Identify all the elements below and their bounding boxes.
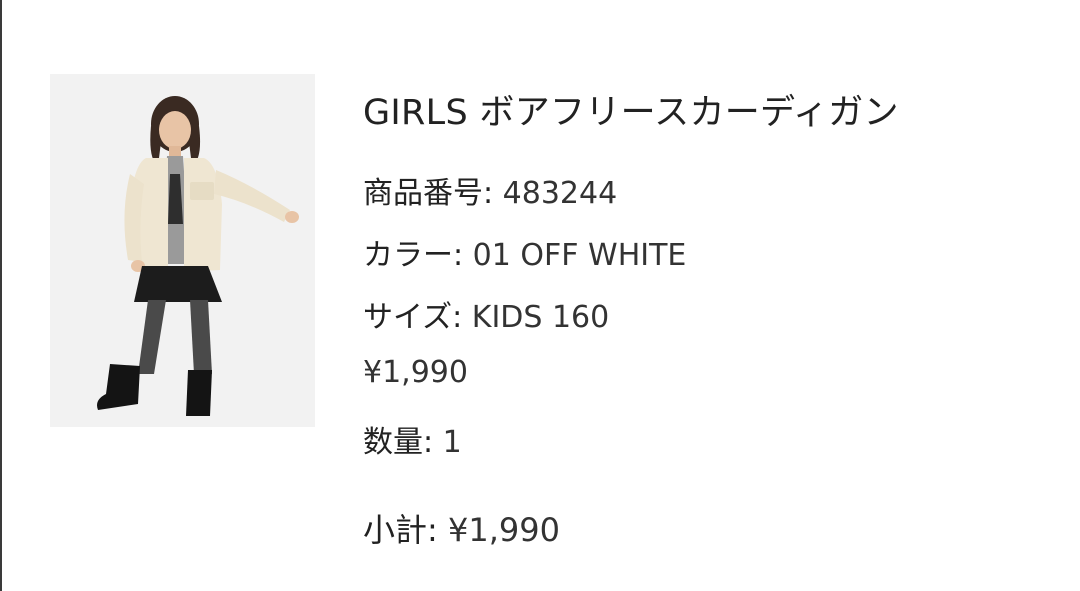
price-value: ¥1,990	[363, 355, 468, 390]
subtotal-label: 小計	[363, 511, 428, 549]
size-row: サイズ: KIDS 160	[363, 292, 609, 336]
subtotal-row: 小計: ¥1,990	[363, 505, 560, 551]
quantity-label: 数量	[363, 425, 423, 460]
subtotal-value: ¥1,990	[447, 511, 560, 549]
size-separator: :	[452, 300, 472, 335]
subtotal-separator: :	[427, 511, 448, 549]
sku-value: 483244	[502, 176, 618, 211]
cart-item-panel: GIRLS ボアフリースカーディガン 商品番号: 483244 カラー: 01 …	[0, 0, 1080, 591]
color-separator: :	[453, 238, 473, 273]
sku-row: 商品番号: 483244	[363, 168, 617, 212]
product-photo-illustration	[50, 74, 315, 427]
sku-separator: :	[483, 176, 503, 211]
quantity-value: 1	[442, 425, 462, 460]
quantity-row: 数量: 1	[363, 417, 462, 461]
price-row: ¥1,990	[363, 355, 468, 390]
color-row: カラー: 01 OFF WHITE	[363, 230, 686, 274]
product-title[interactable]: GIRLS ボアフリースカーディガン	[363, 84, 899, 135]
product-image[interactable]	[50, 74, 315, 427]
quantity-separator: :	[423, 425, 443, 460]
size-label: サイズ	[363, 300, 453, 335]
color-value: 01 OFF WHITE	[472, 238, 687, 273]
sku-label: 商品番号	[363, 176, 483, 211]
color-label: カラー	[363, 238, 453, 273]
size-value: KIDS 160	[471, 300, 610, 335]
